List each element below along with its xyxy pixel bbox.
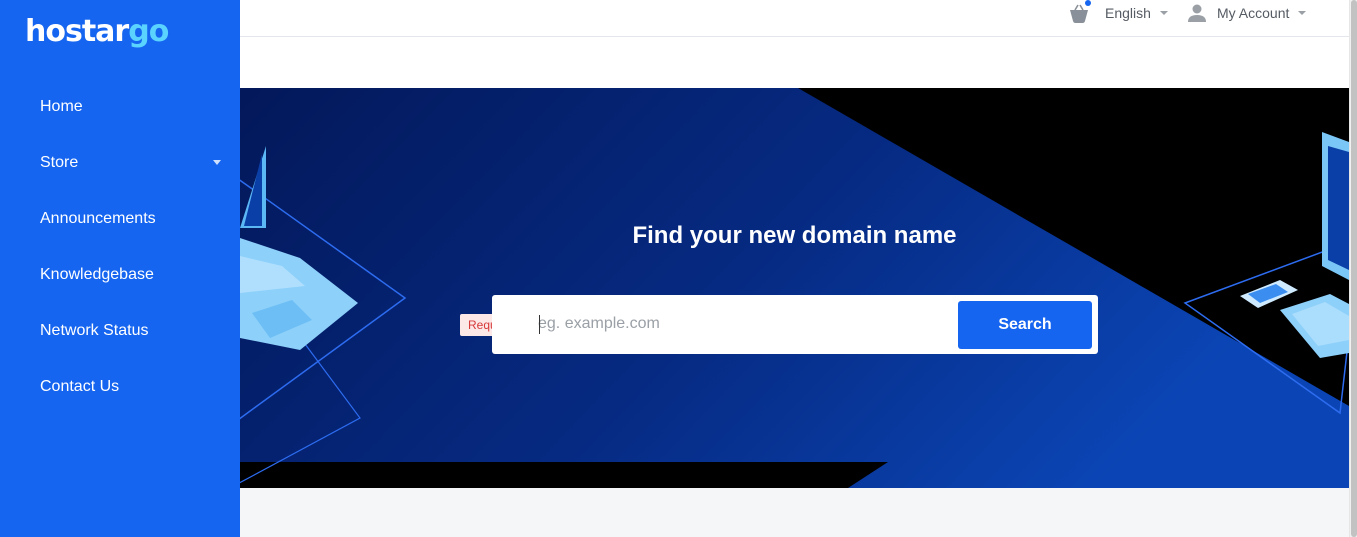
logo-text: hostar (25, 14, 129, 49)
sidebar-nav: Home Store Announcements Knowledgebase N… (0, 79, 240, 415)
scrollbar[interactable] (1349, 0, 1357, 537)
language-selector[interactable]: English (1105, 4, 1168, 22)
domain-search-box: Search (492, 295, 1098, 354)
basket-icon (1070, 4, 1088, 23)
sidebar-item-knowledgebase[interactable]: Knowledgebase (0, 247, 240, 303)
account-label: My Account (1217, 5, 1290, 21)
domain-search-input[interactable] (538, 307, 948, 341)
sidebar-item-label: Network Status (40, 322, 149, 339)
sidebar-item-announcements[interactable]: Announcements (0, 191, 240, 247)
sidebar: hostargo Home Store Announcements Knowle… (0, 0, 240, 537)
sub-header (240, 37, 1349, 88)
sidebar-item-contact-us[interactable]: Contact Us (0, 359, 240, 415)
cart-notification-dot (1085, 0, 1091, 6)
top-bar: English My Account (240, 0, 1349, 37)
sidebar-item-label: Store (40, 154, 79, 171)
account-menu[interactable]: My Account (1187, 3, 1307, 23)
sidebar-item-label: Knowledgebase (40, 266, 154, 283)
sidebar-item-network-status[interactable]: Network Status (0, 303, 240, 359)
sidebar-item-label: Contact Us (40, 378, 120, 395)
chevron-down-icon (213, 160, 221, 165)
hero-background (240, 88, 1349, 488)
user-icon (1188, 4, 1206, 22)
search-button[interactable]: Search (958, 301, 1092, 349)
hero-title: Find your new domain name (632, 222, 957, 249)
sidebar-item-store[interactable]: Store (0, 135, 240, 191)
cart-button[interactable] (1068, 0, 1091, 24)
scrollbar-thumb[interactable] (1351, 0, 1357, 537)
logo-text-accent: go (128, 14, 169, 49)
logo[interactable]: hostargo (25, 14, 169, 49)
sidebar-item-label: Home (40, 98, 83, 115)
sidebar-item-home[interactable]: Home (0, 79, 240, 135)
text-cursor (539, 315, 540, 334)
language-label: English (1105, 5, 1151, 21)
domain-search-hero: Find your new domain name Required Searc… (240, 88, 1349, 488)
chevron-down-icon (1159, 11, 1168, 15)
sidebar-item-label: Announcements (40, 210, 156, 227)
chevron-down-icon (1298, 11, 1307, 15)
